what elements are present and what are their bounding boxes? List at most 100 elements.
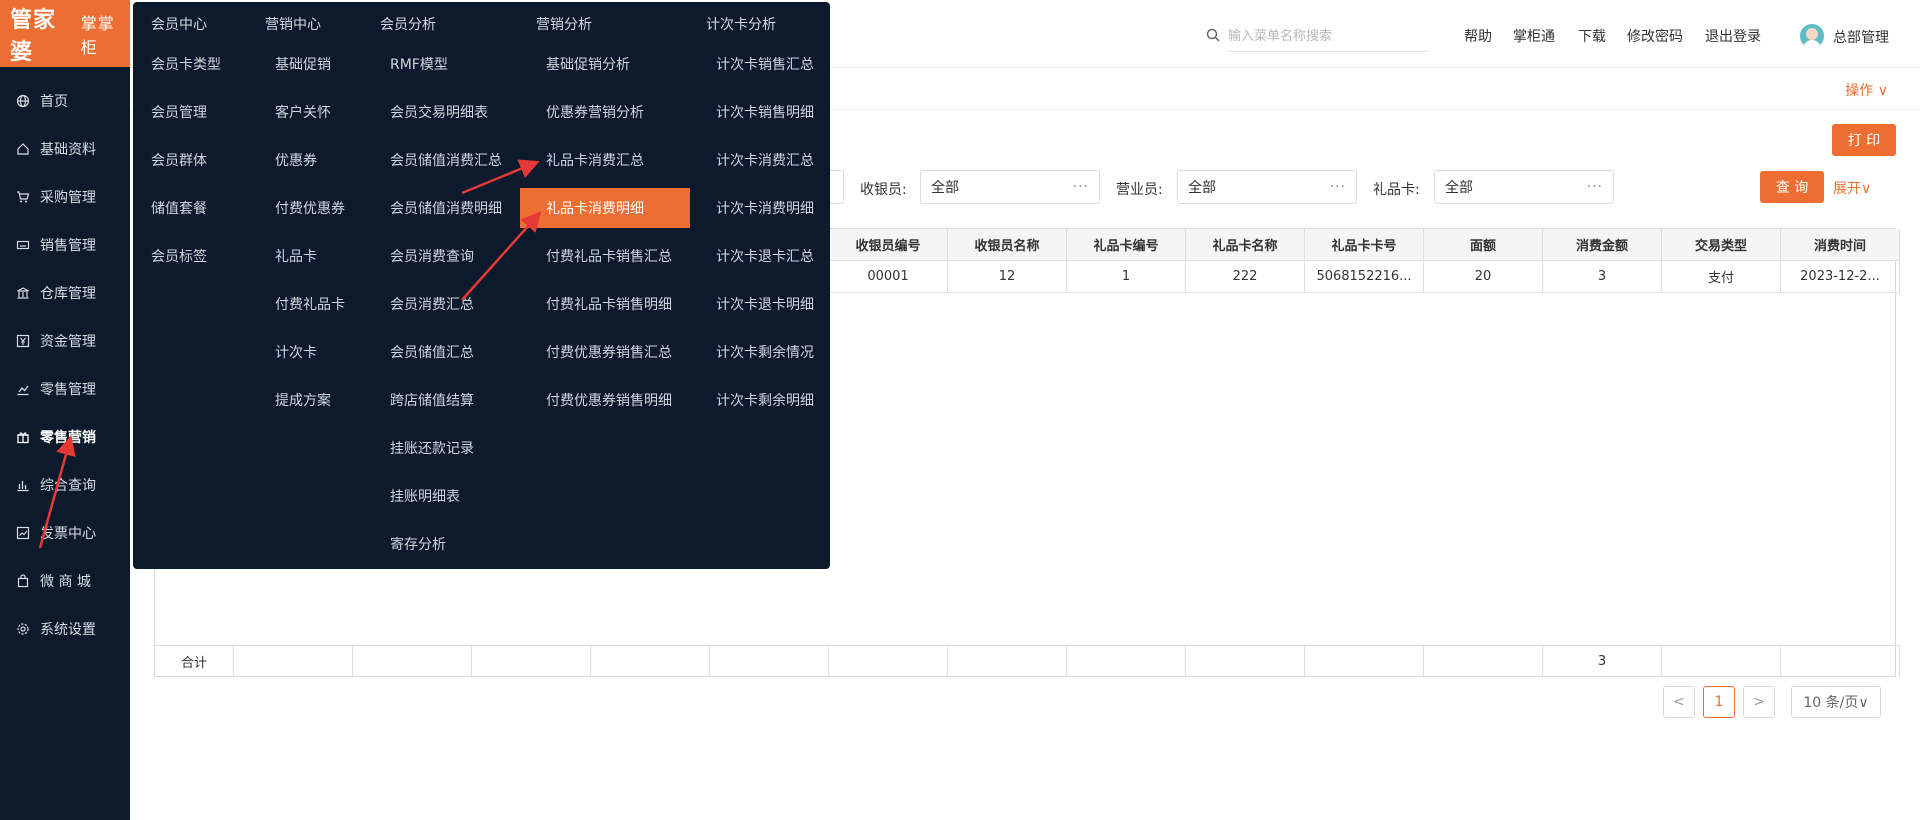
- sidebar-item-5[interactable]: 仓库管理: [0, 269, 130, 317]
- change-password-link[interactable]: 修改密码: [1627, 26, 1683, 46]
- sidebar-item-7[interactable]: 零售管理: [0, 365, 130, 413]
- avatar[interactable]: [1800, 24, 1824, 48]
- sidebar-item-8[interactable]: 零售营销: [0, 413, 130, 461]
- menu-item[interactable]: 寄存分析: [390, 524, 446, 564]
- menu-item[interactable]: 挂账明细表: [390, 476, 460, 516]
- sidebar-item-4[interactable]: 销售管理: [0, 221, 130, 269]
- menu-item[interactable]: 付费优惠券: [275, 188, 345, 228]
- sidebar-item-label: 销售管理: [40, 238, 96, 254]
- menu-item[interactable]: 付费礼品卡: [275, 284, 345, 324]
- filter-salesperson-select[interactable]: 全部 ···: [1177, 170, 1357, 204]
- sidebar-item-3[interactable]: 采购管理: [0, 173, 130, 221]
- menu-item[interactable]: RMF模型: [390, 44, 448, 84]
- menu-item[interactable]: 计次卡销售明细: [716, 92, 814, 132]
- user-name[interactable]: 总部管理: [1833, 27, 1889, 47]
- menu-item[interactable]: 付费优惠券销售明细: [546, 380, 672, 420]
- cart-icon: [16, 190, 30, 204]
- menu-item[interactable]: 基础促销: [275, 44, 331, 84]
- menu-item[interactable]: 优惠券营销分析: [546, 92, 644, 132]
- footer-label: 合计: [155, 645, 234, 677]
- menu-item[interactable]: 计次卡退卡明细: [716, 284, 814, 324]
- sidebar-item-1[interactable]: 首页: [0, 77, 130, 125]
- table-header-cell[interactable]: 收银员编号: [829, 229, 948, 261]
- footer-cell: [1186, 645, 1305, 677]
- menu-item[interactable]: 会员管理: [151, 92, 207, 132]
- query-button[interactable]: 查 询: [1760, 171, 1824, 203]
- menu-column-title: 会员中心: [151, 17, 207, 33]
- filter-label-cashier: 收银员:: [860, 182, 907, 198]
- expand-link[interactable]: 展开∨: [1833, 178, 1871, 198]
- filter-giftcard-value: 全部: [1445, 180, 1473, 196]
- menu-item[interactable]: 会员标签: [151, 236, 207, 276]
- menu-item[interactable]: 优惠券: [275, 140, 317, 180]
- help-link[interactable]: 帮助: [1464, 26, 1492, 46]
- menu-item[interactable]: 会员卡类型: [151, 44, 221, 84]
- menu-item[interactable]: 会员交易明细表: [390, 92, 488, 132]
- sidebar-item-label: 发票中心: [40, 526, 96, 542]
- menu-item[interactable]: 储值套餐: [151, 188, 207, 228]
- next-page-button[interactable]: >: [1743, 686, 1775, 718]
- brand-logo[interactable]: 管家婆 掌掌柜: [0, 0, 130, 67]
- filter-giftcard-select[interactable]: 全部 ···: [1434, 170, 1614, 204]
- menu-column-title: 营销中心: [265, 17, 321, 33]
- menu-item[interactable]: 会员消费查询: [390, 236, 474, 276]
- gift-icon: [16, 430, 30, 444]
- page-1-button[interactable]: 1: [1703, 686, 1735, 718]
- table-header-cell[interactable]: 消费金额: [1543, 229, 1662, 261]
- sidebar-item-2[interactable]: 基础资料: [0, 125, 130, 173]
- menu-item[interactable]: 计次卡剩余明细: [716, 380, 814, 420]
- sidebar-item-6[interactable]: 资金管理: [0, 317, 130, 365]
- sidebar-item-11[interactable]: 微 商 城: [0, 557, 130, 605]
- zhanggui-link[interactable]: 掌柜通: [1513, 26, 1555, 46]
- menu-item[interactable]: 付费礼品卡销售汇总: [546, 236, 672, 276]
- menu-item[interactable]: 基础促销分析: [546, 44, 630, 84]
- menu-item[interactable]: 挂账还款记录: [390, 428, 474, 468]
- menu-item[interactable]: 礼品卡消费明细: [520, 188, 690, 228]
- page-size-select[interactable]: 10 条/页∨: [1791, 686, 1881, 718]
- table-header-cell[interactable]: 礼品卡名称: [1186, 229, 1305, 261]
- table-header-cell[interactable]: 消费时间: [1781, 229, 1900, 261]
- table-header-cell[interactable]: 收银员名称: [948, 229, 1067, 261]
- menu-item[interactable]: 计次卡: [275, 332, 317, 372]
- menu-item[interactable]: 礼品卡消费汇总: [546, 140, 644, 180]
- print-button[interactable]: 打 印: [1832, 124, 1896, 156]
- menu-item[interactable]: 付费优惠券销售汇总: [546, 332, 672, 372]
- table-header-cell[interactable]: 面额: [1424, 229, 1543, 261]
- menu-item[interactable]: 会员储值消费汇总: [390, 140, 502, 180]
- table-header-cell[interactable]: 礼品卡编号: [1067, 229, 1186, 261]
- filter-label-giftcard: 礼品卡:: [1373, 182, 1420, 198]
- download-link[interactable]: 下载: [1578, 26, 1606, 46]
- menu-item[interactable]: 会员消费汇总: [390, 284, 474, 324]
- menu-item[interactable]: 跨店储值结算: [390, 380, 474, 420]
- logout-link[interactable]: 退出登录: [1705, 26, 1761, 46]
- bag-icon: [16, 574, 30, 588]
- ops-dropdown[interactable]: 操作 ∨: [1845, 80, 1888, 100]
- menu-item[interactable]: 计次卡剩余情况: [716, 332, 814, 372]
- menu-item[interactable]: 会员储值汇总: [390, 332, 474, 372]
- menu-item[interactable]: 计次卡消费明细: [716, 188, 814, 228]
- sidebar-item-12[interactable]: 系统设置: [0, 605, 130, 653]
- footer-cell: [710, 645, 829, 677]
- menu-item[interactable]: 付费礼品卡销售明细: [546, 284, 672, 324]
- menu-item[interactable]: 礼品卡: [275, 236, 317, 276]
- filter-cashier-select[interactable]: 全部 ···: [920, 170, 1100, 204]
- menu-item[interactable]: 会员储值消费明细: [390, 188, 502, 228]
- menu-item[interactable]: 计次卡销售汇总: [716, 44, 814, 84]
- search-input[interactable]: [1228, 22, 1428, 52]
- table-cell: 12: [948, 261, 1067, 293]
- sidebar-item-9[interactable]: 综合查询: [0, 461, 130, 509]
- menu-item[interactable]: 计次卡退卡汇总: [716, 236, 814, 276]
- table-header-cell[interactable]: 交易类型: [1662, 229, 1781, 261]
- prev-page-button[interactable]: <: [1663, 686, 1695, 718]
- table-cell: 1: [1067, 261, 1186, 293]
- footer-cell: [353, 645, 472, 677]
- filter-cashier-value: 全部: [931, 180, 959, 196]
- menu-item[interactable]: 客户关怀: [275, 92, 331, 132]
- menu-item[interactable]: 提成方案: [275, 380, 331, 420]
- retail-marketing-menu: 会员中心 会员卡类型 会员管理 会员群体 储值套餐 会员标签 营销中心 基础促销 客户关怀 优惠券…: [133, 2, 830, 569]
- sidebar-item-10[interactable]: 发票中心: [0, 509, 130, 557]
- search-icon[interactable]: [1206, 28, 1220, 46]
- menu-item[interactable]: 计次卡消费汇总: [716, 140, 814, 180]
- table-header-cell[interactable]: 礼品卡卡号: [1305, 229, 1424, 261]
- menu-item[interactable]: 会员群体: [151, 140, 207, 180]
